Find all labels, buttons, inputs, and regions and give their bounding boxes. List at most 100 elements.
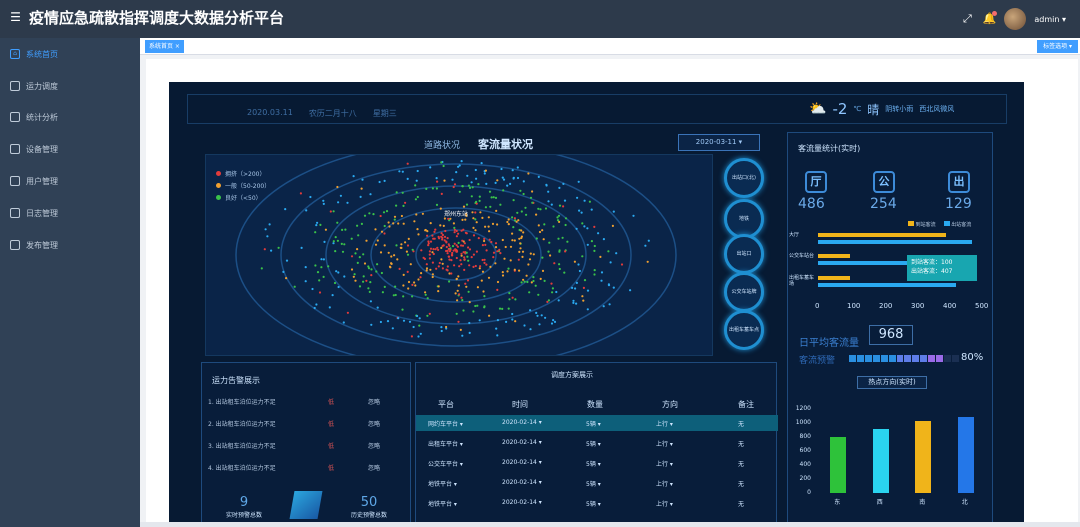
map-point bbox=[394, 293, 397, 297]
map-point bbox=[531, 201, 534, 204]
map-point bbox=[300, 246, 303, 249]
schedule-cell[interactable]: 网约车平台 ▾ bbox=[428, 419, 463, 428]
map-point bbox=[453, 231, 456, 234]
schedule-cell[interactable]: 5辆 ▾ bbox=[586, 419, 601, 428]
schedule-cell: 无 bbox=[738, 501, 745, 508]
map-point bbox=[337, 285, 340, 289]
map-point bbox=[453, 226, 456, 229]
map-point bbox=[475, 200, 478, 203]
hamburger-icon[interactable]: ☰ bbox=[9, 11, 22, 23]
weather-extra2: 西北风微风 bbox=[919, 105, 955, 113]
map-point bbox=[440, 232, 443, 235]
schedule-cell[interactable]: 5辆 ▾ bbox=[586, 499, 601, 508]
schedule-row[interactable]: 地铁平台 ▾ 2020-02-14 ▾ 5辆 ▾ 上行 ▾ 无 bbox=[416, 475, 778, 491]
schedule-cell[interactable]: 2020-02-14 ▾ bbox=[502, 479, 542, 486]
map-point bbox=[400, 243, 403, 246]
map-point bbox=[428, 253, 431, 256]
map-point bbox=[460, 263, 463, 266]
schedule-row[interactable]: 地铁平台 ▾ 2020-02-14 ▾ 5辆 ▾ 上行 ▾ 无 bbox=[416, 495, 778, 511]
map-point bbox=[470, 256, 473, 259]
schedule-cell[interactable]: 地铁平台 ▾ bbox=[428, 499, 457, 508]
map-point bbox=[421, 212, 424, 215]
sidebar-item-stats[interactable]: 统计分析 bbox=[0, 106, 140, 128]
schedule-cell[interactable]: 上行 ▾ bbox=[656, 479, 673, 488]
map-point bbox=[540, 314, 543, 317]
map-point bbox=[392, 294, 395, 297]
schedule-cell[interactable]: 地铁平台 ▾ bbox=[428, 479, 457, 488]
map-point bbox=[418, 317, 421, 320]
map-point bbox=[455, 249, 458, 252]
map-point bbox=[498, 248, 501, 251]
schedule-row[interactable]: 网约车平台 ▾ 2020-02-14 ▾ 5辆 ▾ 上行 ▾ 无 bbox=[416, 415, 778, 431]
bottom-scrollbar[interactable] bbox=[140, 522, 1080, 527]
map-point bbox=[441, 262, 444, 265]
map-point bbox=[534, 284, 537, 287]
map-point bbox=[455, 256, 458, 260]
realtime-alarm-stat: 9 实时预警总数 bbox=[225, 495, 262, 519]
tab-passenger-status[interactable]: 客流量状况 bbox=[478, 136, 533, 152]
sidebar-item-publish[interactable]: 发布管理 bbox=[0, 234, 140, 256]
sidebar-item-transport[interactable]: 运力调度 bbox=[0, 75, 140, 97]
taxi-icon: 出 bbox=[948, 171, 970, 193]
map-point bbox=[481, 258, 484, 262]
map-point bbox=[402, 273, 405, 276]
fullscreen-icon[interactable]: ⤢ bbox=[960, 12, 974, 26]
sidebar-item-log[interactable]: 日志管理 bbox=[0, 202, 140, 224]
station-exit[interactable]: 出站口 bbox=[724, 234, 764, 274]
map-point bbox=[564, 217, 568, 220]
sidebar-item-user[interactable]: 用户管理 bbox=[0, 170, 140, 192]
schedule-cell[interactable]: 5辆 ▾ bbox=[586, 439, 601, 448]
map-point bbox=[419, 332, 422, 335]
alarm-row[interactable]: 3. 出站租车泊位运力不足低忽略 bbox=[208, 439, 403, 451]
alarm-row[interactable]: 4. 出站租车泊位运力不足低忽略 bbox=[208, 461, 403, 473]
schedule-cell[interactable]: 2020-02-14 ▾ bbox=[502, 419, 542, 426]
map-point bbox=[453, 228, 456, 231]
tab-road-status[interactable]: 道路状况 bbox=[424, 138, 460, 151]
map-point bbox=[382, 211, 386, 214]
map-point bbox=[323, 240, 326, 243]
map-point bbox=[440, 258, 443, 261]
map-point bbox=[494, 181, 497, 184]
map-point bbox=[545, 183, 548, 186]
date-select[interactable]: 2020-03-11 ▾ bbox=[678, 134, 760, 151]
tab-options-button[interactable]: 标签选项 ▾ bbox=[1037, 40, 1078, 53]
map-point bbox=[452, 249, 455, 252]
station-taxi[interactable]: 出租车蓄车点 bbox=[724, 310, 764, 350]
schedule-cell[interactable]: 上行 ▾ bbox=[656, 439, 673, 448]
avatar[interactable] bbox=[1004, 8, 1027, 30]
schedule-cell[interactable]: 上行 ▾ bbox=[656, 499, 673, 508]
map-point bbox=[492, 256, 495, 259]
map-point bbox=[456, 289, 459, 292]
station-exit-north[interactable]: 出站口(北) bbox=[724, 158, 764, 198]
schedule-cell[interactable]: 2020-02-14 ▾ bbox=[502, 439, 542, 446]
schedule-cell[interactable]: 上行 ▾ bbox=[656, 459, 673, 468]
map-point bbox=[391, 327, 394, 330]
bell-icon[interactable]: 🔔 bbox=[982, 11, 998, 26]
map-point bbox=[467, 184, 470, 187]
schedule-cell[interactable]: 公交车平台 ▾ bbox=[428, 459, 463, 468]
sidebar-item-home[interactable]: ⌂ 系统首页 bbox=[0, 43, 140, 65]
schedule-row[interactable]: 出租车平台 ▾ 2020-02-14 ▾ 5辆 ▾ 上行 ▾ 无 bbox=[416, 435, 778, 451]
schedule-cell[interactable]: 5辆 ▾ bbox=[586, 459, 601, 468]
user-menu[interactable]: admin ▾ bbox=[1034, 15, 1066, 24]
sidebar-item-device[interactable]: 设备管理 bbox=[0, 138, 140, 160]
map-point bbox=[495, 327, 498, 330]
schedule-cell[interactable]: 2020-02-14 ▾ bbox=[502, 499, 542, 506]
schedule-cell[interactable]: 出租车平台 ▾ bbox=[428, 439, 463, 448]
map-point bbox=[450, 259, 453, 262]
schedule-row[interactable]: 公交车平台 ▾ 2020-02-14 ▾ 5辆 ▾ 上行 ▾ 无 bbox=[416, 455, 778, 471]
alarm-row[interactable]: 1. 出站租车泊位运力不足低忽略 bbox=[208, 395, 403, 407]
taxi-value: 129 bbox=[945, 196, 972, 212]
map-point bbox=[529, 309, 532, 312]
schedule-cell[interactable]: 5辆 ▾ bbox=[586, 479, 601, 488]
map-point bbox=[507, 218, 510, 221]
station-bus[interactable]: 公交车站牌 bbox=[724, 272, 764, 312]
schedule-cell[interactable]: 上行 ▾ bbox=[656, 419, 673, 428]
schedule-cell[interactable]: 2020-02-14 ▾ bbox=[502, 459, 542, 466]
map-point bbox=[390, 255, 393, 258]
tab-home[interactable]: 系统首页 × bbox=[145, 40, 184, 53]
map-point bbox=[590, 208, 593, 211]
alarm-row[interactable]: 2. 出站租车泊位运力不足低忽略 bbox=[208, 417, 403, 429]
map-point bbox=[494, 246, 498, 249]
station-metro[interactable]: 地铁 bbox=[724, 199, 764, 239]
